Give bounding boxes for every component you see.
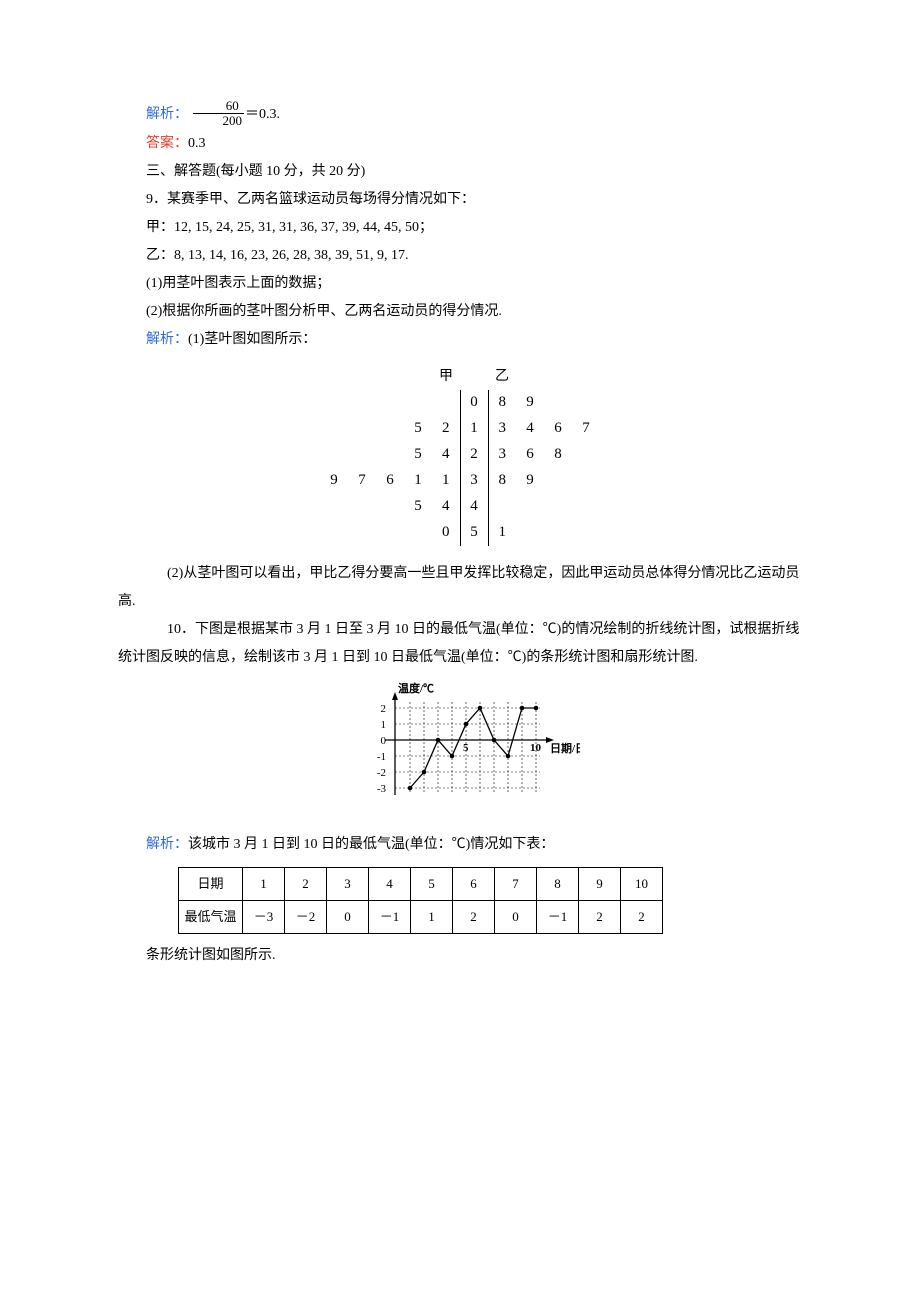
q10-analysis-text: 该城市 3 月 1 日到 10 日的最低气温(单位：℃)情况如下表： bbox=[188, 837, 554, 852]
stemleaf-header-right: 乙 bbox=[488, 364, 516, 390]
q9-conclusion: (2)从茎叶图可以看出，甲比乙得分要高一些且甲发挥比较稳定，因此甲运动员总体得分… bbox=[118, 560, 802, 616]
q10-analysis: 解析：该城市 3 月 1 日到 10 日的最低气温(单位：℃)情况如下表： bbox=[118, 831, 802, 859]
table-row: 最低气温 －3－20－11 20－122 bbox=[179, 900, 663, 933]
table-row: 日期 12345 678910 bbox=[179, 867, 663, 900]
fraction-num: 60 bbox=[193, 99, 245, 114]
stemleaf-row: 97611 3 89 bbox=[320, 468, 600, 494]
fraction-den: 200 bbox=[193, 114, 245, 128]
stemleaf-row: 54 4 bbox=[320, 494, 600, 520]
svg-text:-1: -1 bbox=[377, 751, 386, 763]
q10-end: 条形统计图如图所示. bbox=[118, 942, 802, 970]
q9-data-yi: 乙：8, 13, 14, 16, 23, 26, 28, 38, 39, 51,… bbox=[118, 242, 802, 270]
fraction: 60 200 bbox=[193, 99, 245, 129]
answer-value: 0.3 bbox=[188, 136, 206, 151]
section3-heading: 三、解答题(每小题 10 分，共 20 分) bbox=[118, 158, 802, 186]
analysis-label: 解析： bbox=[146, 107, 188, 122]
stem-leaf-plot: 甲 乙 0 89 52 1 3467 54 2 368 97611 3 89 5… bbox=[320, 364, 600, 546]
q9-analysis1: (1)茎叶图如图所示： bbox=[188, 332, 316, 347]
analysis-label: 解析： bbox=[146, 837, 188, 852]
stemleaf-row: 54 2 368 bbox=[320, 442, 600, 468]
chart-ylabel: 温度/℃ bbox=[398, 681, 434, 695]
eq-text: ＝0.3. bbox=[245, 107, 280, 122]
table-head-date: 日期 bbox=[179, 867, 243, 900]
temp-table: 日期 12345 678910 最低气温 －3－20－11 20－122 bbox=[178, 867, 663, 934]
q9-title: 9．某赛季甲、乙两名篮球运动员每场得分情况如下： bbox=[118, 186, 802, 214]
svg-text:-3: -3 bbox=[377, 783, 387, 795]
stemleaf-header-left: 甲 bbox=[432, 364, 460, 390]
stemleaf-row: 52 1 3467 bbox=[320, 416, 600, 442]
line-chart: 温度/℃ bbox=[118, 680, 802, 821]
analysis-label: 解析： bbox=[146, 332, 188, 347]
q9-data-jia: 甲：12, 15, 24, 25, 31, 31, 36, 37, 39, 44… bbox=[118, 214, 802, 242]
top-answer: 答案：0.3 bbox=[118, 130, 802, 158]
svg-text:1: 1 bbox=[381, 719, 387, 731]
table-head-temp: 最低气温 bbox=[179, 900, 243, 933]
svg-text:10: 10 bbox=[530, 742, 542, 754]
svg-text:-2: -2 bbox=[377, 767, 386, 779]
q9-analysis: 解析：(1)茎叶图如图所示： bbox=[118, 326, 802, 354]
answer-label: 答案： bbox=[146, 136, 188, 151]
top-analysis: 解析： 60 200 ＝0.3. bbox=[118, 100, 802, 130]
chart-line bbox=[410, 708, 536, 788]
q10-title: 10．下图是根据某市 3 月 1 日至 3 月 10 日的最低气温(单位：℃)的… bbox=[118, 616, 802, 672]
svg-text:0: 0 bbox=[381, 735, 387, 747]
chart-xlabel: 日期/日 bbox=[550, 741, 580, 755]
stemleaf-row: 0 5 1 bbox=[320, 520, 600, 546]
stemleaf-row: 0 89 bbox=[320, 390, 600, 416]
q9-part1: (1)用茎叶图表示上面的数据； bbox=[118, 270, 802, 298]
line-chart-svg: 温度/℃ bbox=[340, 680, 580, 810]
svg-text:5: 5 bbox=[463, 742, 469, 754]
q9-part2: (2)根据你所画的茎叶图分析甲、乙两名运动员的得分情况. bbox=[118, 298, 802, 326]
svg-text:2: 2 bbox=[381, 703, 387, 715]
